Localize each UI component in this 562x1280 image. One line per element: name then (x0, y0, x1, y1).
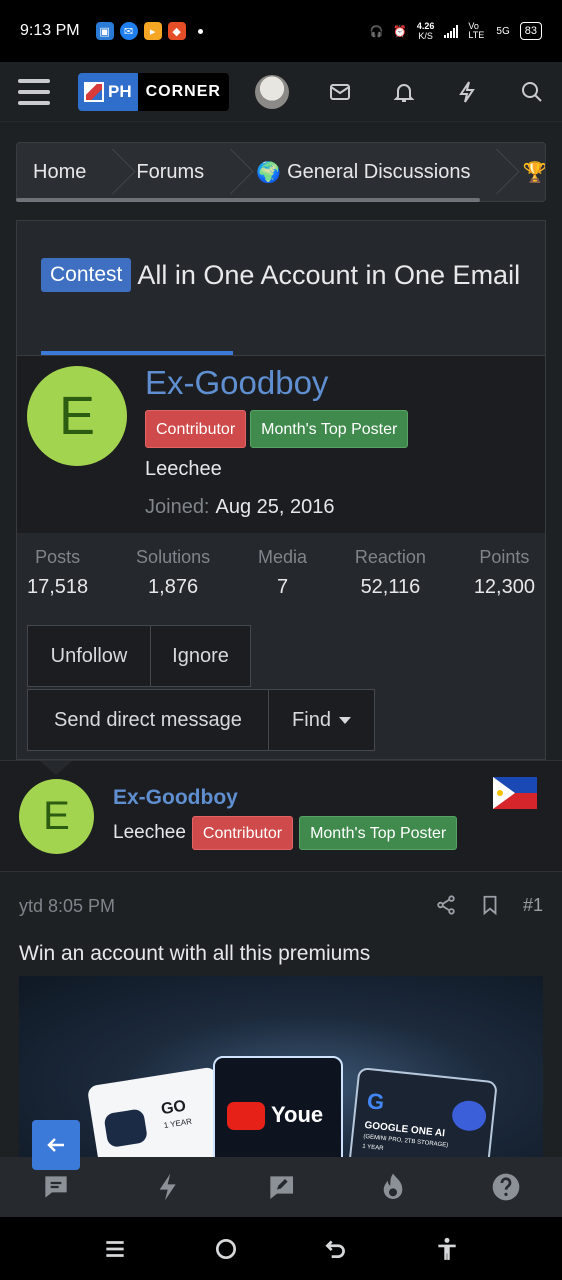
mail-icon[interactable] (328, 80, 352, 104)
app-header: PH CORNER (0, 62, 562, 122)
go-card: GO 1 YEAR (86, 1066, 230, 1157)
youtube-logo-icon (227, 1102, 265, 1130)
lightning-icon[interactable] (153, 1171, 185, 1203)
search-icon[interactable] (520, 80, 544, 104)
post-timestamp[interactable]: ytd 8:05 PM (19, 896, 115, 917)
member-name[interactable]: Ex-Goodboy (145, 364, 328, 402)
brave-icon: ◆ (167, 22, 186, 40)
accessibility-icon[interactable] (434, 1236, 460, 1262)
post-image[interactable]: GO 1 YEAR Youe G GOOGLE ONE AI (GEMINI P… (19, 976, 543, 1157)
member-badges: Contributor Month's Top Poster (145, 410, 409, 448)
brain-icon (450, 1099, 488, 1133)
member-actions-row-1: Unfollow Ignore (27, 625, 251, 687)
member-avatar[interactable]: E (27, 366, 127, 466)
battery-icon: 83 (519, 22, 542, 40)
google-one-card: G GOOGLE ONE AI (GEMINI PRO, 2TB STORAGE… (348, 1066, 498, 1157)
post: ytd 8:05 PM #1 Win an account with all t… (0, 872, 562, 1157)
globe-icon: 🌍 (256, 161, 282, 184)
thread-title: Contest All in One Account in One Email (41, 253, 521, 298)
messenger-icon: ✉ (119, 22, 138, 40)
post-author-name[interactable]: Ex-Goodboy (113, 786, 238, 810)
member-stats: Posts 17,518 Solutions 1,876 Media 7 Reacti… (17, 547, 545, 599)
post-author-title: Leechee Contributor Month's Top Poster (113, 816, 458, 850)
robot-icon (103, 1108, 149, 1149)
headset-icon: 🎧 (369, 25, 384, 38)
post-number[interactable]: #1 (523, 895, 543, 916)
breadcrumb: Home Forums 🌍General Discussions 🏆Co (16, 142, 546, 202)
compose-icon[interactable] (265, 1171, 297, 1203)
arrow-left-icon (47, 1138, 64, 1152)
logo-cube-icon (84, 81, 104, 102)
post-author: E Ex-Goodboy Leechee Contributor Month's… (0, 760, 562, 872)
signal-icon (444, 24, 459, 38)
breadcrumb-general-discussions[interactable]: 🌍 General Discussions (220, 143, 486, 201)
ignore-button[interactable]: Ignore (151, 625, 251, 687)
share-icon[interactable] (435, 894, 457, 916)
recent-apps-icon[interactable] (102, 1236, 128, 1262)
network-type: 5G (496, 25, 510, 37)
lightning-icon[interactable] (456, 80, 480, 104)
bell-icon[interactable] (392, 80, 416, 104)
menu-icon[interactable] (18, 78, 50, 105)
badge-contributor: Contributor (145, 410, 247, 448)
member-tooltip-card: E Ex-Goodboy Contributor Month's Top Pos… (17, 355, 545, 533)
youtube-card: Youe (213, 1056, 343, 1157)
fire-icon[interactable] (377, 1171, 409, 1203)
stat-media[interactable]: Media 7 (258, 547, 307, 599)
stat-points[interactable]: Points 12,300 (474, 547, 535, 599)
badge-contributor: Contributor (191, 816, 294, 850)
post-actions: #1 (435, 894, 543, 916)
alarm-icon: ⏰ (393, 25, 407, 38)
tooltip-pointer (40, 761, 72, 775)
send-direct-message-button[interactable]: Send direct message (27, 689, 269, 751)
bookmark-icon[interactable] (479, 894, 501, 916)
back-arrow-button[interactable] (32, 1120, 80, 1170)
system-nav-bar (0, 1217, 562, 1280)
post-author-avatar[interactable]: E (19, 779, 94, 854)
network-speed: 4.26 K/S (416, 21, 435, 41)
breadcrumb-contests[interactable]: 🏆Co (486, 143, 546, 201)
member-user-title: Leechee (145, 458, 222, 480)
more-notifications-icon (197, 28, 203, 34)
notification-icons: ▣ ✉ ▸ ◆ (95, 22, 203, 40)
post-text: Win an account with all this premiums (19, 942, 371, 965)
find-button[interactable]: Find (269, 689, 375, 751)
breadcrumb-forums[interactable]: Forums (102, 143, 220, 201)
unfollow-button[interactable]: Unfollow (27, 625, 151, 687)
volte-label: Vo LTE (468, 21, 485, 40)
stat-reaction[interactable]: Reaction 52,116 (355, 547, 426, 599)
back-icon[interactable] (323, 1236, 349, 1262)
google-logo-icon: G (365, 1088, 386, 1115)
help-icon[interactable] (490, 1171, 522, 1203)
philippines-flag-icon (493, 777, 537, 809)
stat-posts[interactable]: Posts 17,518 (27, 547, 88, 599)
bottom-tab-bar (0, 1157, 562, 1217)
member-actions-row-2: Send direct message Find (27, 689, 375, 751)
stat-solutions[interactable]: Solutions 1,876 (136, 547, 210, 599)
home-icon[interactable] (213, 1236, 239, 1262)
status-time: 9:13 PM (20, 22, 80, 39)
badge-top-poster: Month's Top Poster (250, 410, 409, 448)
badge-top-poster: Month's Top Poster (299, 816, 458, 850)
thread-header: Contest All in One Account in One Email E… (16, 220, 546, 760)
app-notification-icon: ▸ (143, 22, 162, 40)
site-logo[interactable]: PH CORNER (78, 72, 229, 111)
trophy-icon: 🏆 (522, 161, 546, 184)
user-avatar[interactable] (254, 74, 289, 109)
app-notification-icon: ▣ (95, 22, 114, 40)
chat-icon[interactable] (40, 1171, 72, 1203)
member-joined: Joined: Aug 25, 2016 (145, 496, 335, 518)
prefix-tag[interactable]: Contest (41, 258, 132, 292)
caret-down-icon (338, 716, 351, 724)
breadcrumb-scrollbar[interactable] (16, 198, 480, 202)
status-bar: 9:13 PM ▣ ✉ ▸ ◆ 🎧 ⏰ 4.26 K/S Vo LTE 5G 8… (0, 0, 562, 62)
